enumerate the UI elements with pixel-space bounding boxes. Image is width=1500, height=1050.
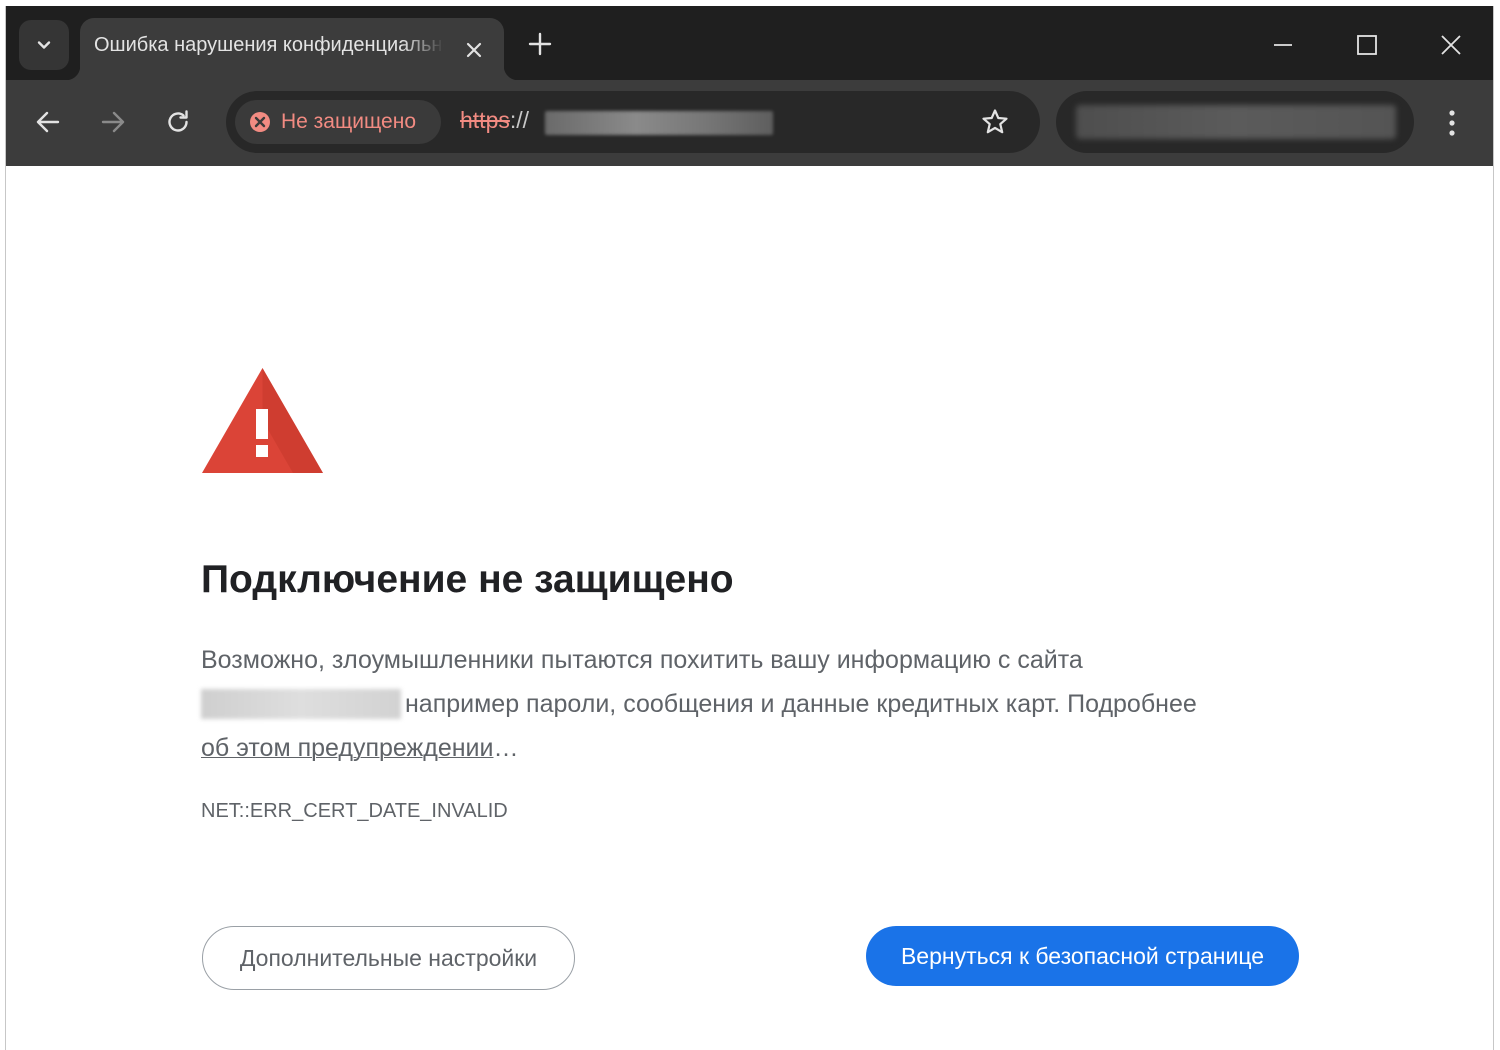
back-to-safety-button[interactable]: Вернуться к безопасной странице (866, 926, 1299, 986)
back-button[interactable] (30, 104, 66, 140)
description-line-1: Возможно, злоумышленники пытаются похити… (201, 646, 1083, 674)
warning-description: Возможно, злоумышленники пытаются похити… (201, 638, 1311, 770)
forward-button[interactable] (95, 104, 131, 140)
redacted-site-name (201, 689, 401, 719)
minimize-button[interactable] (1266, 28, 1300, 62)
page-content: Подключение не защищено Возможно, злоумы… (6, 166, 1493, 1050)
security-chip[interactable]: Не защищено (235, 100, 441, 144)
kebab-menu-icon (1449, 110, 1455, 136)
security-chip-label: Не защищено (281, 110, 416, 133)
description-line-2: например пароли, сообщения и данные кред… (201, 682, 1311, 726)
page-title: Подключение не защищено (201, 558, 734, 601)
url-protocol: https (460, 107, 510, 133)
active-tab[interactable]: Ошибка нарушения конфиденциальности (66, 18, 518, 80)
url-separator: :// (509, 107, 530, 133)
redacted-url (545, 111, 773, 135)
warning-triangle-icon (202, 368, 323, 473)
maximize-button[interactable] (1350, 28, 1384, 62)
description-line-2-text: например пароли, сообщения и данные кред… (405, 690, 1197, 718)
tab-strip: Ошибка нарушения конфиденциальности (6, 6, 1493, 80)
redacted-profile (1076, 105, 1396, 139)
description-line-3: об этом предупреждении… (201, 726, 1311, 770)
close-icon (1441, 35, 1461, 55)
error-circle-icon (250, 112, 270, 132)
url-text[interactable]: https:// (460, 107, 529, 134)
reload-icon (168, 110, 188, 132)
star-icon[interactable] (980, 107, 1010, 137)
learn-more-link[interactable]: об этом предупреждении (201, 734, 493, 762)
chevron-down-icon (37, 41, 51, 49)
profile-area[interactable] (1056, 91, 1414, 153)
error-code: NET::ERR_CERT_DATE_INVALID (201, 800, 508, 822)
tab-close-icon[interactable] (462, 38, 486, 62)
tab-title: Ошибка нарушения конфиденциальности (94, 34, 444, 56)
address-bar[interactable]: Не защищено https:// (226, 91, 1040, 153)
plus-icon[interactable] (526, 30, 554, 58)
reload-button[interactable] (160, 104, 196, 140)
arrow-right-icon (101, 111, 125, 133)
browser-toolbar: Не защищено https:// (6, 80, 1493, 166)
window-close-button[interactable] (1434, 28, 1468, 62)
advanced-settings-button[interactable]: Дополнительные настройки (202, 926, 575, 990)
tab-search-button[interactable] (19, 20, 69, 70)
maximize-icon (1357, 35, 1377, 55)
browser-window: Ошибка нарушения конфиденциальности (5, 6, 1494, 1050)
ellipsis: … (493, 734, 519, 762)
minimize-icon (1274, 44, 1292, 46)
menu-button[interactable] (1438, 108, 1466, 138)
arrow-left-icon (36, 111, 60, 133)
